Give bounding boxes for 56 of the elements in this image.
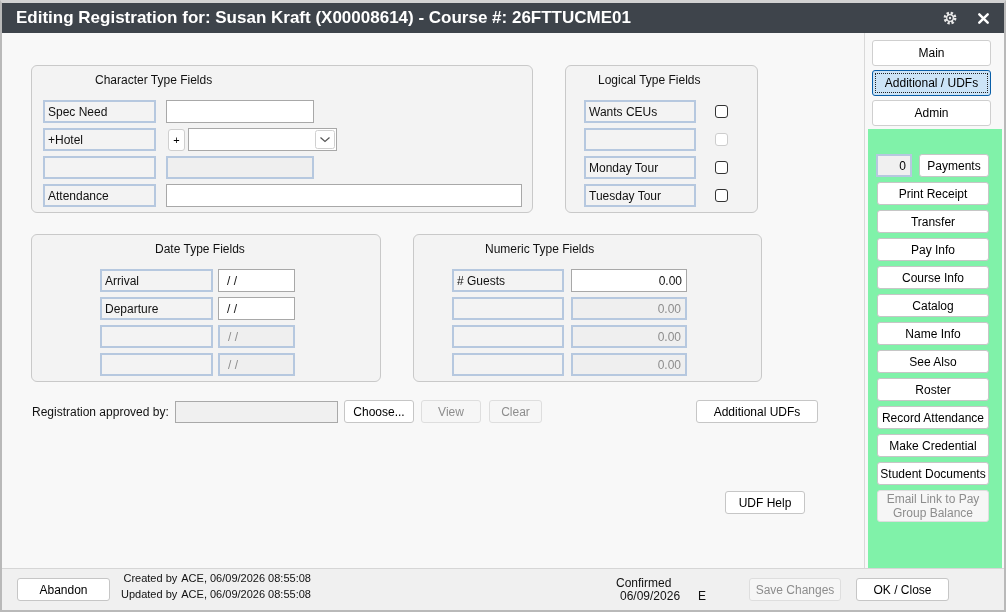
- side-action-button[interactable]: Student Documents: [877, 462, 989, 485]
- field-label: Attendance: [43, 184, 156, 207]
- field-label: Arrival: [100, 269, 213, 292]
- text-field[interactable]: [166, 184, 522, 207]
- approval-button[interactable]: Choose...: [344, 400, 414, 423]
- created-by-label: Created by: [122, 572, 178, 585]
- date-field[interactable]: / /: [218, 269, 295, 292]
- checkbox[interactable]: [715, 105, 728, 118]
- status-text: Confirmed: [616, 576, 673, 590]
- status-date: 06/09/2026: [619, 589, 681, 603]
- field-label: Spec Need: [43, 100, 156, 123]
- updated-by-value: ACE, 06/09/2026 08:55:08: [181, 588, 311, 601]
- field-label: Tuesday Tour: [584, 184, 696, 207]
- field-label: Wants CEUs: [584, 100, 696, 123]
- settings-icon[interactable]: [943, 11, 957, 25]
- checkbox[interactable]: [715, 161, 728, 174]
- group-title: Numeric Type Fields: [485, 242, 595, 257]
- field-label: +Hotel: [43, 128, 156, 151]
- date-field[interactable]: / /: [218, 297, 295, 320]
- field-label: # Guests: [452, 269, 564, 292]
- add-button[interactable]: +: [168, 128, 185, 151]
- group-title: Character Type Fields: [95, 73, 213, 88]
- side-action-button[interactable]: Pay Info: [877, 238, 989, 261]
- window-title: Editing Registration for: Susan Kraft (X00008614) - Course #: 26FTTUCME01: [16, 8, 632, 28]
- abandon-button[interactable]: Abandon: [17, 578, 110, 601]
- side-action-button[interactable]: Name Info: [877, 322, 989, 345]
- additional-udfs-button[interactable]: Additional UDFs: [696, 400, 818, 423]
- updated-by-label: Updated by: [121, 588, 178, 601]
- chevron-icon: [315, 130, 335, 149]
- dropdown-field[interactable]: [188, 128, 337, 151]
- side-action-button[interactable]: Catalog: [877, 294, 989, 317]
- group-title: Date Type Fields: [155, 242, 245, 257]
- approval-label: Registration approved by:: [31, 404, 170, 419]
- text-field[interactable]: [166, 100, 314, 123]
- ok-close-button[interactable]: OK / Close: [856, 578, 949, 601]
- side-action-button[interactable]: Record Attendance: [877, 406, 989, 429]
- side-action-button[interactable]: Course Info: [877, 266, 989, 289]
- close-icon[interactable]: [978, 12, 989, 24]
- field-label: Monday Tour: [584, 156, 696, 179]
- side-action-button[interactable]: Print Receipt: [877, 182, 989, 205]
- field-label: Departure: [100, 297, 213, 320]
- side-tab[interactable]: Admin: [872, 100, 991, 126]
- group-title: Logical Type Fields: [598, 73, 701, 88]
- checkbox[interactable]: [715, 189, 728, 202]
- side-action-button[interactable]: Make Credential: [877, 434, 989, 457]
- side-action-button[interactable]: Transfer: [877, 210, 989, 233]
- payments-button[interactable]: Payments: [919, 154, 989, 177]
- udf-help-button[interactable]: UDF Help: [725, 491, 805, 514]
- side-tab[interactable]: Main: [872, 40, 991, 66]
- side-tab[interactable]: Additional / UDFs: [872, 70, 991, 96]
- side-action-button[interactable]: See Also: [877, 350, 989, 373]
- count-field: 0: [876, 154, 912, 177]
- number-field[interactable]: 0.00: [571, 269, 687, 292]
- side-action-button[interactable]: Roster: [877, 378, 989, 401]
- created-by-value: ACE, 06/09/2026 08:55:08: [181, 572, 311, 585]
- status-code: E: [698, 589, 707, 603]
